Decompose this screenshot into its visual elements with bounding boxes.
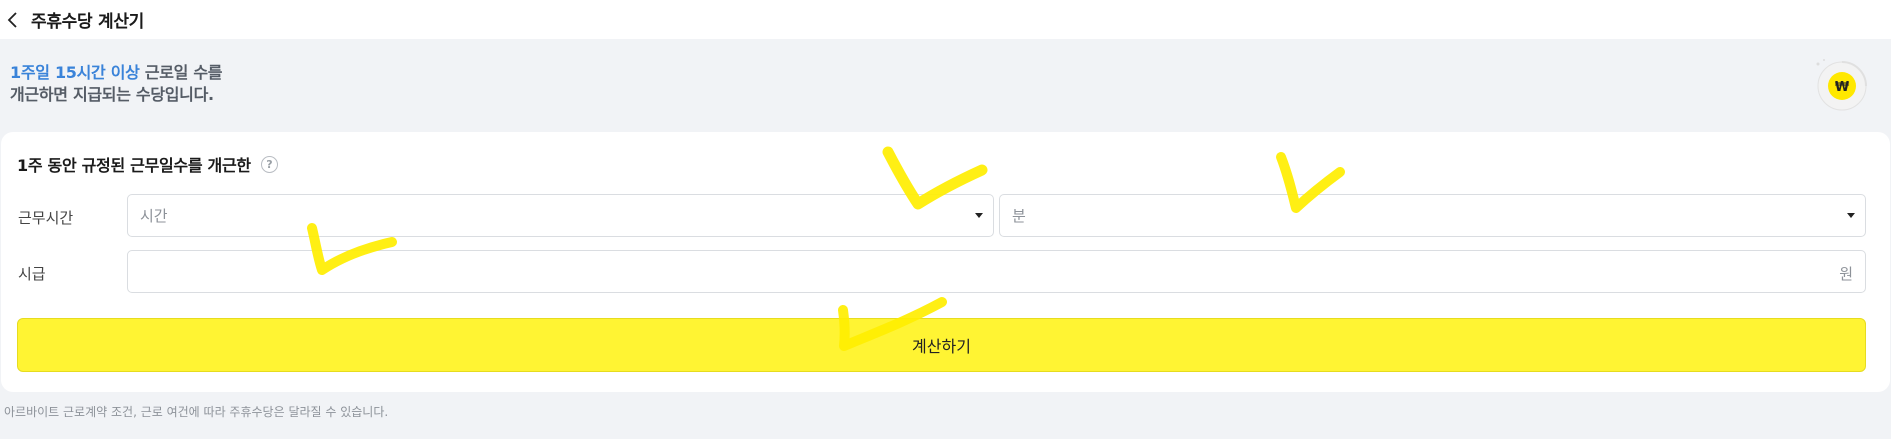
calculate-button[interactable]: 계산하기 bbox=[17, 318, 1866, 372]
footnote: 아르바이트 근로계약 조건, 근로 여건에 따라 주휴수당은 달라질 수 있습니… bbox=[4, 405, 389, 419]
page-title: 주휴수당 계산기 bbox=[31, 12, 144, 32]
banner-line1: 근로일 수를 bbox=[139, 63, 223, 82]
chevron-down-icon bbox=[1847, 213, 1855, 218]
chevron-left-icon[interactable] bbox=[6, 10, 20, 30]
won-coin-icon: ₩ bbox=[1816, 59, 1867, 111]
banner-highlight: 1주일 15시간 이상 bbox=[10, 63, 140, 82]
page: 주휴수당 계산기 1주일 15시간 이상 근로일 수를 개근하면 지급되는 수당… bbox=[0, 0, 1891, 439]
banner-description: 1주일 15시간 이상 근로일 수를 개근하면 지급되는 수당입니다. bbox=[10, 62, 223, 106]
wage-unit: 원 bbox=[1839, 265, 1853, 283]
wage-input[interactable]: 원 bbox=[127, 250, 1866, 293]
help-icon[interactable]: ? bbox=[260, 155, 278, 173]
form-title-text: 1주 동안 규정된 근무일수를 개근한 bbox=[17, 156, 251, 175]
hours-placeholder: 시간 bbox=[140, 207, 168, 225]
minutes-select[interactable]: 분 bbox=[999, 194, 1866, 237]
calculator-card: 1주 동안 규정된 근무일수를 개근한 ? 근무시간 시간 분 시급 원 계산하… bbox=[1, 132, 1890, 392]
minutes-placeholder: 분 bbox=[1012, 207, 1026, 225]
form-title: 1주 동안 규정된 근무일수를 개근한 ? bbox=[17, 152, 278, 176]
work-time-label: 근무시간 bbox=[18, 209, 74, 227]
hours-select[interactable]: 시간 bbox=[127, 194, 994, 237]
wage-label: 시급 bbox=[18, 265, 46, 283]
chevron-down-icon bbox=[975, 213, 983, 218]
svg-text:₩: ₩ bbox=[1835, 80, 1850, 95]
top-bar: 주휴수당 계산기 bbox=[0, 0, 1891, 39]
banner-line2: 개근하면 지급되는 수당입니다. bbox=[10, 85, 214, 104]
